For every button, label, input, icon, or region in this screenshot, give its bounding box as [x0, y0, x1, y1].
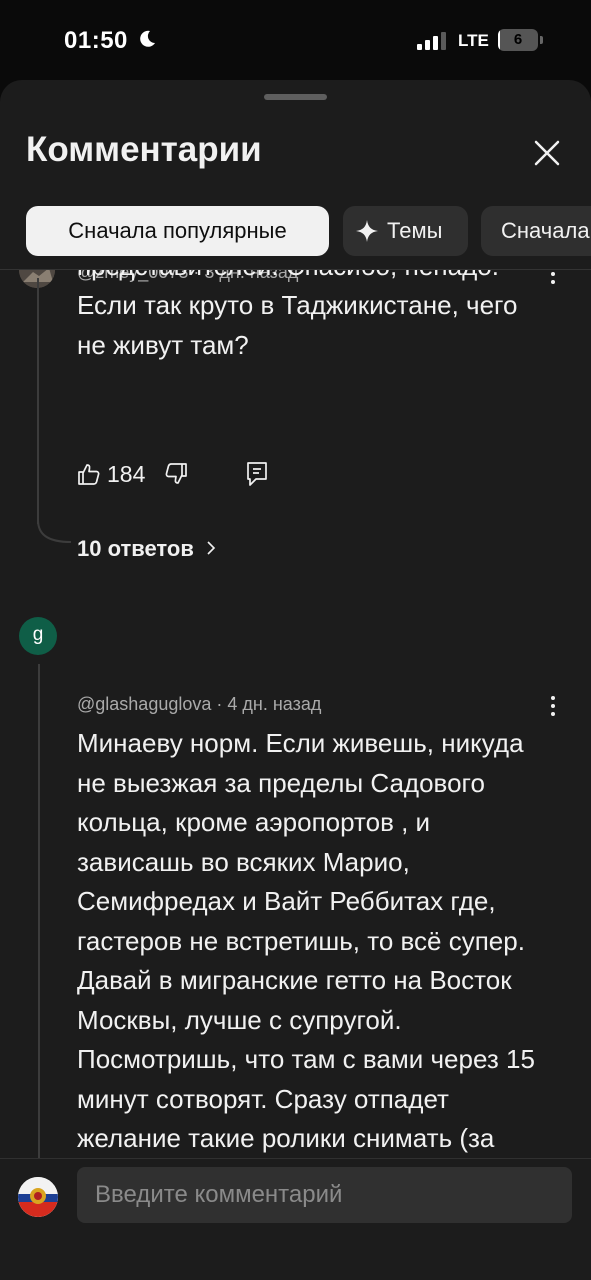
- avatar-image: [18, 1177, 58, 1217]
- comments-sheet: Комментарии Сначала популярные Темы Снач…: [0, 80, 591, 1280]
- thumbs-down-icon[interactable]: [164, 462, 188, 486]
- thread-line: [37, 278, 39, 524]
- comments-list: @zmey_0073 · 3 дн. назад Спустился в мет…: [0, 270, 591, 1158]
- status-time: 01:50: [64, 27, 128, 54]
- comment-composer: [0, 1158, 591, 1280]
- comment-age: 4 дн. назад: [227, 694, 322, 714]
- chip-topics[interactable]: Темы: [343, 206, 468, 256]
- like-count: 184: [107, 461, 146, 487]
- thread-curve: [37, 520, 72, 543]
- drag-handle[interactable]: [264, 94, 327, 100]
- avatar[interactable]: g: [19, 617, 57, 655]
- status-bar: 01:50 LTE 6: [0, 0, 591, 80]
- comment-text: Спустился в метро, увидел этих представи…: [77, 270, 518, 360]
- sparkle-icon: [356, 220, 378, 242]
- thread-line: [38, 664, 40, 1158]
- avatar[interactable]: [18, 1177, 58, 1217]
- replies-label: 10 ответов: [77, 536, 194, 561]
- view-replies-button[interactable]: 10 ответов: [77, 536, 218, 562]
- network-type: LTE: [458, 31, 489, 50]
- close-icon[interactable]: [530, 136, 564, 170]
- thumbs-up-icon[interactable]: [77, 462, 101, 486]
- signal-bars-icon: [417, 32, 446, 50]
- moon-icon: [140, 30, 155, 47]
- sort-chips: Сначала популярные Темы Сначала новые: [0, 206, 591, 260]
- chevron-right-icon: [207, 541, 216, 555]
- sheet-title: Комментарии: [26, 130, 262, 169]
- battery-icon: 6: [498, 29, 544, 51]
- comment-author[interactable]: @glashaguglova: [77, 694, 211, 714]
- chip-topics-label: Темы: [387, 218, 443, 243]
- more-options-icon[interactable]: [545, 694, 561, 720]
- chip-popular-first[interactable]: Сначала популярные: [26, 206, 329, 256]
- battery-percent: 6: [513, 31, 523, 48]
- comment-meta: @glashaguglova · 4 дн. назад: [77, 694, 322, 714]
- comment-input[interactable]: [77, 1167, 572, 1223]
- comment-text: Минаеву норм. Если живешь, никуда не вые…: [77, 728, 535, 1153]
- reply-comment-icon[interactable]: [245, 461, 269, 487]
- chip-newest-first[interactable]: Сначала новые: [481, 206, 591, 256]
